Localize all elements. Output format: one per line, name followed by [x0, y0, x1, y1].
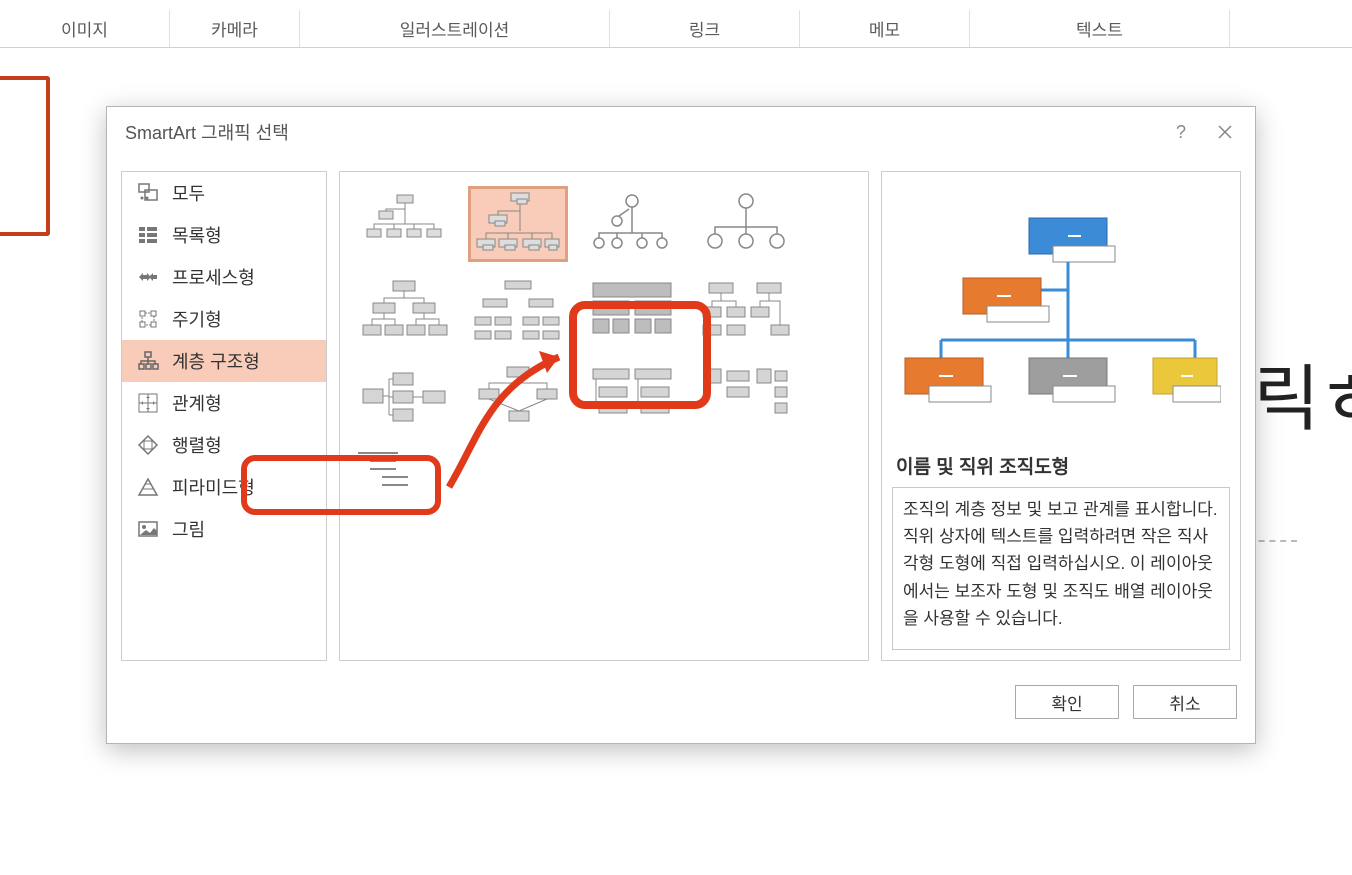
layout-hierarchy-labeled[interactable] [468, 358, 568, 434]
layout-half-circle-org[interactable] [582, 186, 682, 262]
pyramid-icon [136, 475, 160, 499]
category-label: 프로세스형 [172, 264, 255, 290]
layout-circle-org[interactable] [696, 186, 796, 262]
cycle-icon [136, 307, 160, 331]
layout-text-option[interactable] [354, 444, 454, 494]
all-icon [136, 181, 160, 205]
ribbon-group-memo[interactable]: 메모 [800, 10, 970, 47]
ribbon-label: 링크 [689, 21, 720, 40]
help-icon: ? [1176, 122, 1186, 143]
slide-bg-text: 릭ㅎ [1254, 340, 1352, 445]
preview-pane: 이름 및 직위 조직도형 조직의 계층 정보 및 보고 관계를 표시합니다. 직… [881, 171, 1241, 661]
ribbon-group-link[interactable]: 링크 [610, 10, 800, 47]
dialog-body: 모두 목록형 프로세스형 주기형 계층 구조형 관계형 [107, 157, 1255, 675]
layout-hierarchy-1[interactable] [354, 272, 454, 348]
category-all[interactable]: 모두 [122, 172, 326, 214]
ribbon-label: 카메라 [211, 21, 258, 40]
ribbon-group-camera[interactable]: 카메라 [170, 10, 300, 47]
layout-hierarchy-blocks[interactable] [582, 272, 682, 348]
ribbon: 이미지 카메라 일러스트레이션 링크 메모 텍스트 [0, 0, 1352, 48]
ribbon-label: 메모 [869, 21, 900, 40]
help-button[interactable]: ? [1159, 112, 1203, 152]
cancel-button[interactable]: 취소 [1133, 685, 1237, 719]
layout-hierarchy-3[interactable] [696, 272, 796, 348]
layout-hierarchy-list[interactable] [696, 358, 796, 434]
list-icon [136, 223, 160, 247]
dialog-footer: 확인 취소 [107, 675, 1255, 729]
ok-button[interactable]: 확인 [1015, 685, 1119, 719]
matrix-icon [136, 433, 160, 457]
category-relationship[interactable]: 관계형 [122, 382, 326, 424]
smartart-dialog: SmartArt 그래픽 선택 ? 모두 목록형 프로세스형 주기형 [106, 106, 1256, 744]
layout-horizontal-hierarchy[interactable] [354, 358, 454, 434]
hierarchy-icon [136, 349, 160, 373]
category-list: 모두 목록형 프로세스형 주기형 계층 구조형 관계형 [121, 171, 327, 661]
category-picture[interactable]: 그림 [122, 508, 326, 550]
category-process[interactable]: 프로세스형 [122, 256, 326, 298]
category-label: 피라미드형 [172, 474, 255, 500]
category-label: 행렬형 [172, 432, 222, 458]
category-label: 관계형 [172, 390, 222, 416]
slide-thumbnail-selected[interactable] [0, 76, 50, 236]
dialog-title: SmartArt 그래픽 선택 [125, 119, 289, 145]
category-matrix[interactable]: 행렬형 [122, 424, 326, 466]
category-pyramid[interactable]: 피라미드형 [122, 466, 326, 508]
category-label: 모두 [172, 180, 205, 206]
ribbon-group-illustration[interactable]: 일러스트레이션 [300, 10, 610, 47]
category-label: 그림 [172, 516, 205, 542]
ribbon-label: 일러스트레이션 [400, 21, 509, 40]
category-list-type[interactable]: 목록형 [122, 214, 326, 256]
process-icon [136, 265, 160, 289]
category-hierarchy[interactable]: 계층 구조형 [122, 340, 326, 382]
preview-title: 이름 및 직위 조직도형 [882, 448, 1240, 487]
dialog-titlebar: SmartArt 그래픽 선택 ? [107, 107, 1255, 157]
layout-hierarchy-2[interactable] [468, 272, 568, 348]
category-label: 주기형 [172, 306, 222, 332]
ribbon-label: 이미지 [61, 21, 108, 40]
layout-org-chart[interactable] [354, 186, 454, 262]
picture-icon [136, 517, 160, 541]
ribbon-label: 텍스트 [1076, 21, 1123, 40]
category-cycle[interactable]: 주기형 [122, 298, 326, 340]
layout-hierarchy-table[interactable] [582, 358, 682, 434]
relationship-icon [136, 391, 160, 415]
ribbon-group-images[interactable]: 이미지 [0, 10, 170, 47]
preview-image [882, 172, 1240, 448]
category-label: 목록형 [172, 222, 222, 248]
close-button[interactable] [1203, 112, 1247, 152]
layout-grid [339, 171, 869, 661]
layout-name-title-org[interactable] [468, 186, 568, 262]
preview-description: 조직의 계층 정보 및 보고 관계를 표시합니다. 직위 상자에 텍스트를 입력… [892, 487, 1230, 650]
category-label: 계층 구조형 [172, 348, 260, 374]
ribbon-group-text[interactable]: 텍스트 [970, 10, 1230, 47]
close-icon [1217, 124, 1233, 140]
